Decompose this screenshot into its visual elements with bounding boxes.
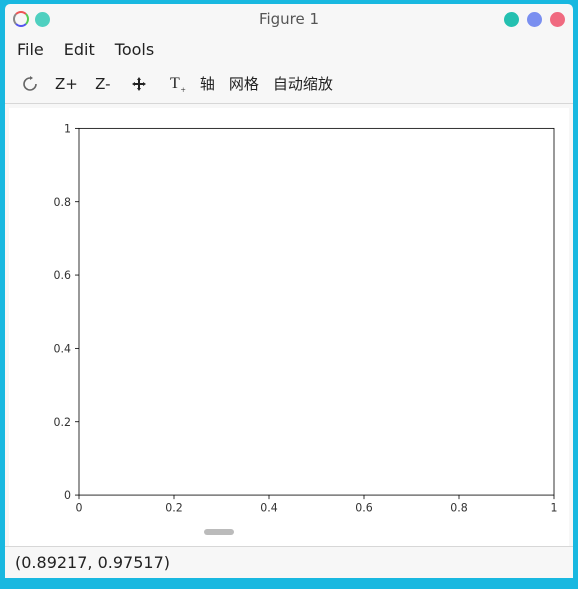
refresh-button[interactable] xyxy=(19,71,41,97)
cursor-coordinates: (0.89217, 0.97517) xyxy=(15,553,170,572)
titlebar-decoration-dot xyxy=(35,12,50,27)
svg-text:1: 1 xyxy=(551,501,558,514)
scroll-indicator[interactable] xyxy=(204,529,234,535)
pan-button[interactable] xyxy=(128,71,150,97)
svg-text:0.4: 0.4 xyxy=(54,342,71,355)
figure-window: Figure 1 File Edit Tools Z+ Z- T+ 轴 网格 自… xyxy=(4,3,574,579)
insert-text-button[interactable]: T+ xyxy=(164,71,186,97)
window-title: Figure 1 xyxy=(5,10,573,28)
svg-text:0.6: 0.6 xyxy=(54,269,71,282)
zoom-in-button[interactable]: Z+ xyxy=(55,71,78,97)
text-icon: T+ xyxy=(170,75,180,93)
svg-text:0: 0 xyxy=(76,501,83,514)
grid-button[interactable]: 网格 xyxy=(229,71,259,97)
menu-edit[interactable]: Edit xyxy=(64,40,95,59)
menubar: File Edit Tools xyxy=(5,34,573,64)
move-icon xyxy=(131,76,147,92)
titlebar[interactable]: Figure 1 xyxy=(5,4,573,34)
axes-button[interactable]: 轴 xyxy=(200,71,215,97)
svg-text:1: 1 xyxy=(64,122,71,135)
statusbar: (0.89217, 0.97517) xyxy=(5,546,573,578)
svg-text:0.2: 0.2 xyxy=(165,501,182,514)
menu-file[interactable]: File xyxy=(17,40,44,59)
plot-canvas[interactable]: 0 0.2 0.4 0.6 0.8 1 0 0.2 0.4 0.6 0.8 1 xyxy=(9,108,569,546)
axes: 0 0.2 0.4 0.6 0.8 1 0 0.2 0.4 0.6 0.8 1 xyxy=(9,108,569,546)
svg-text:0.6: 0.6 xyxy=(355,501,372,514)
svg-text:0: 0 xyxy=(64,489,71,502)
svg-text:0.8: 0.8 xyxy=(450,501,467,514)
minimize-button[interactable] xyxy=(504,12,519,27)
svg-text:0.2: 0.2 xyxy=(54,416,71,429)
app-icon xyxy=(13,11,29,27)
svg-text:0.4: 0.4 xyxy=(260,501,277,514)
zoom-out-button[interactable]: Z- xyxy=(92,71,114,97)
svg-text:0.8: 0.8 xyxy=(54,196,71,209)
autoscale-button[interactable]: 自动缩放 xyxy=(273,71,333,97)
maximize-button[interactable] xyxy=(527,12,542,27)
close-button[interactable] xyxy=(550,12,565,27)
menu-tools[interactable]: Tools xyxy=(115,40,154,59)
toolbar: Z+ Z- T+ 轴 网格 自动缩放 xyxy=(5,64,573,104)
refresh-icon xyxy=(22,76,38,92)
